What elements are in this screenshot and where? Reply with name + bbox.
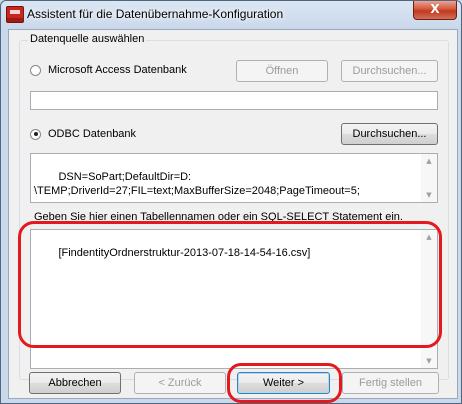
query-highlight-annotation (18, 221, 442, 348)
wizard-window: Assistent für die Datenübernahme-Konfigu… (0, 0, 462, 404)
next-button-highlight-annotation (227, 363, 342, 403)
open-button[interactable]: Öffnen (236, 60, 328, 82)
odbc-browse-button[interactable]: Durchsuchen... (341, 123, 438, 145)
odbc-radio-option[interactable]: ODBC Datenbank (30, 128, 136, 140)
application-icon (6, 6, 24, 23)
close-button[interactable]: X (413, 1, 457, 20)
access-browse-button[interactable]: Durchsuchen... (341, 60, 438, 82)
scroll-up-icon[interactable]: ▲ (421, 154, 437, 168)
odbc-radio-button[interactable] (30, 128, 41, 140)
access-radio-button[interactable] (30, 64, 41, 76)
access-radio-label: Microsoft Access Datenbank (48, 64, 187, 76)
window-title: Assistent für die Datenübernahme-Konfigu… (27, 7, 284, 21)
finish-button[interactable]: Fertig stellen (342, 372, 439, 394)
odbc-radio-label: ODBC Datenbank (48, 128, 137, 140)
connection-string-text: DSN=SoPart;DefaultDir=D: \TEMP;DriverId=… (34, 171, 360, 197)
back-button[interactable]: < Zurück (134, 372, 226, 394)
title-bar[interactable]: Assistent für die Datenübernahme-Konfigu… (1, 1, 461, 27)
connection-string-textarea[interactable]: DSN=SoPart;DefaultDir=D: \TEMP;DriverId=… (30, 153, 438, 203)
scroll-down-icon[interactable]: ▼ (421, 188, 437, 202)
connection-string-scrollbar[interactable]: ▲ ▼ (421, 154, 437, 202)
scroll-down-icon[interactable]: ▼ (421, 354, 437, 368)
access-radio-option[interactable]: Microsoft Access Datenbank (30, 64, 187, 76)
access-path-input[interactable] (30, 91, 438, 110)
groupbox-legend: Datenquelle auswählen (28, 33, 147, 45)
cancel-button[interactable]: Abbrechen (29, 372, 121, 394)
